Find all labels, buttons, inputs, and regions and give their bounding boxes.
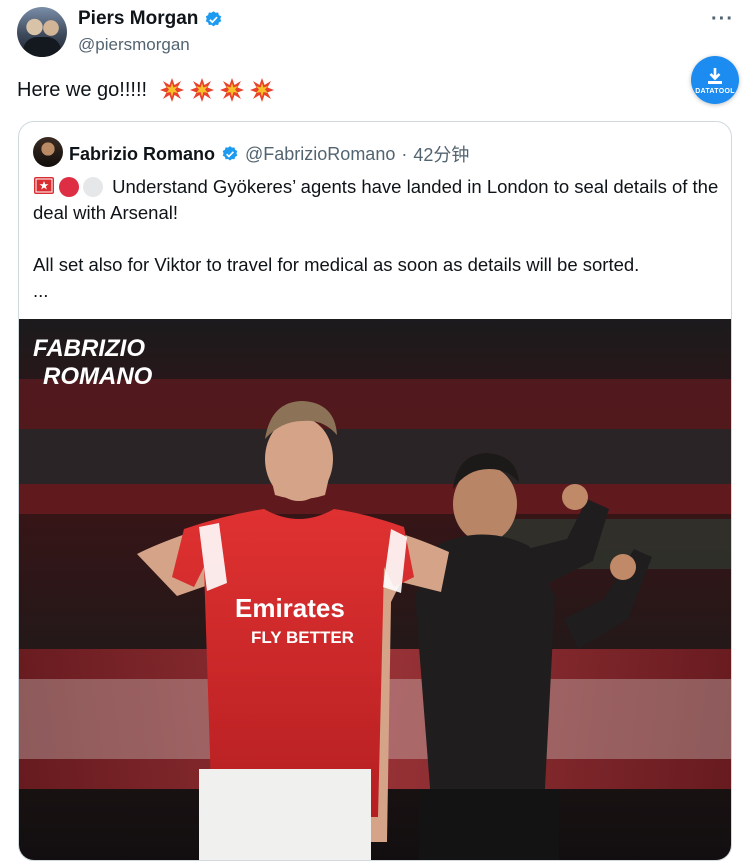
- watermark-line-2: ROMANO: [43, 363, 153, 390]
- shirt-tagline: FLY BETTER: [251, 628, 354, 647]
- quoted-ellipsis: ...: [33, 280, 49, 301]
- collision-icon: [190, 78, 215, 102]
- quoted-body: Understand Gyökeres’ agents have landed …: [33, 174, 723, 304]
- download-badge-label: DATATOOL: [695, 87, 735, 95]
- quoted-tweet[interactable]: Fabrizio Romano @FabrizioRomano · 42分钟 U…: [18, 121, 732, 861]
- quoted-timestamp[interactable]: 42分钟: [413, 141, 469, 167]
- shirt-sponsor: Emirates: [235, 593, 345, 623]
- quoted-line-1: Understand Gyökeres’ agents have landed …: [33, 174, 723, 226]
- tweet-text: Here we go!!!!!: [17, 77, 275, 103]
- verified-badge-icon: [206, 10, 222, 26]
- separator-dot: ·: [401, 143, 408, 164]
- quoted-media-image[interactable]: FABRIZIO ROMANO Emirates FLY BETTER: [19, 319, 732, 861]
- quoted-header: Fabrizio Romano @FabrizioRomano · 42分钟: [69, 141, 469, 167]
- author-name-row: Piers Morgan: [78, 8, 223, 30]
- quoted-handle[interactable]: @FabrizioRomano: [245, 144, 395, 165]
- tweet-body: Here we go!!!!!: [17, 78, 148, 101]
- white-circle-icon: [83, 177, 103, 197]
- quoted-author-avatar[interactable]: [33, 137, 63, 167]
- watermark-line-1: FABRIZIO: [33, 335, 145, 362]
- verified-badge-icon: [222, 146, 238, 161]
- collision-icon: [160, 78, 185, 102]
- author-display-name[interactable]: Piers Morgan: [78, 8, 198, 30]
- download-badge[interactable]: DATATOOL: [691, 56, 739, 104]
- quoted-line-2: All set also for Viktor to travel for me…: [33, 254, 640, 275]
- red-circle-icon: [59, 177, 79, 197]
- author-avatar[interactable]: [17, 7, 67, 57]
- collision-icon: [220, 78, 245, 102]
- collision-icon: [250, 78, 275, 102]
- more-options-icon[interactable]: ···: [711, 8, 734, 31]
- quoted-display-name[interactable]: Fabrizio Romano: [69, 144, 215, 165]
- author-handle[interactable]: @piersmorgan: [78, 35, 190, 55]
- flag-icon: [34, 177, 54, 194]
- quoted-line-1-text: Understand Gyökeres’ agents have landed …: [33, 176, 719, 223]
- download-icon: [708, 67, 722, 84]
